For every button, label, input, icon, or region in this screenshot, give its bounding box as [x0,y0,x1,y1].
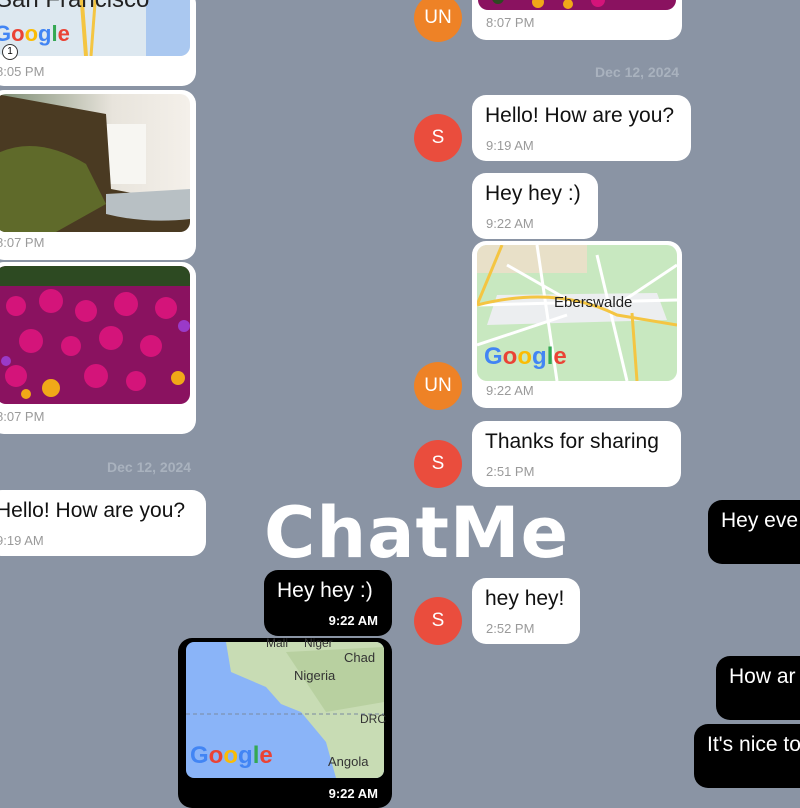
avatar[interactable]: S [414,440,462,488]
route-badge: 1 [2,44,18,60]
message-time: 9:22 AM [486,383,534,398]
message-text: hey hey! [485,587,565,610]
message-photo-flowers[interactable]: 8:07 PM [472,0,682,40]
map-label: DRC [360,712,386,726]
message-map-africa[interactable]: Mali Niger Chad Nigeria DRC Angola Googl… [178,636,392,808]
message-time: 9:22 AM [328,786,378,801]
map-label: Mali [266,636,289,650]
flowers-photo [0,266,190,404]
message-time: 9:22 AM [486,216,534,231]
message-bubble-outgoing[interactable]: How ar [716,656,800,720]
message-time: 8:07 PM [0,235,45,250]
message-time: 2:52 PM [486,621,535,636]
map-place-label: San Francisco [0,0,149,14]
message-text: Hey hey :) [485,182,581,205]
message-bubble-outgoing[interactable]: Hey hey :) 9:22 AM [264,570,392,636]
map-label: Angola [328,754,369,769]
message-time: 9:22 AM [328,613,378,628]
message-bubble-outgoing[interactable]: It's nice to [694,724,800,788]
avatar[interactable]: S [414,114,462,162]
message-text: How ar [729,665,796,688]
map-label: Nigeria [294,668,336,683]
message-photo-flowers[interactable]: 8:07 PM [0,262,196,434]
message-bubble-incoming[interactable]: Hello! How are you? 9:19 AM [472,95,691,161]
flowers-graphic [0,266,190,404]
message-time: 8:07 PM [0,409,45,424]
message-text: Hello! How are you? [485,104,675,127]
date-separator: Dec 12, 2024 [107,459,192,475]
map-label: Chad [344,650,376,665]
message-bubble-incoming[interactable]: Hey hey :) 9:22 AM [472,173,598,239]
message-text: It's nice to [707,733,800,756]
date-separator: Dec 12, 2024 [595,64,680,80]
message-bubble-incoming[interactable]: hey hey! 2:52 PM [472,578,580,644]
avatar[interactable]: UN [414,0,462,42]
message-time: 8:05 PM [0,64,45,79]
message-text: Hey eve [721,509,799,532]
message-time: 8:07 PM [486,15,535,30]
message-text: Hey hey :) [277,579,373,602]
message-text: Hello! How are you? [0,499,186,522]
google-logo: Google [484,343,567,370]
message-bubble-outgoing[interactable]: Hey eve [708,500,800,564]
avatar[interactable]: S [414,597,462,645]
message-text: Thanks for sharing [485,430,659,453]
map-label: Niger [304,636,333,650]
flowers-photo [478,0,676,10]
avatar[interactable]: UN [414,362,462,410]
message-bubble-incoming[interactable]: Thanks for sharing 2:51 PM [472,421,681,487]
waterfall-graphic [0,94,190,232]
app-title: ChatMe [264,492,570,574]
flowers-graphic [478,0,676,10]
message-bubble-incoming[interactable]: Hello! How are you? 9:19 AM [0,490,206,556]
message-time: 2:51 PM [486,464,535,479]
waterfall-photo [0,94,190,232]
google-logo: Google [190,742,273,769]
map-place-label: Eberswalde [554,294,633,311]
message-map-eberswalde[interactable]: Eberswalde Google 9:22 AM [472,241,682,408]
message-time: 9:19 AM [486,138,534,153]
message-time: 9:19 AM [0,533,44,548]
message-map-san-francisco[interactable]: San Francisco Google 1 8:05 PM [0,0,196,86]
message-photo-waterfall[interactable]: 8:07 PM [0,90,196,260]
